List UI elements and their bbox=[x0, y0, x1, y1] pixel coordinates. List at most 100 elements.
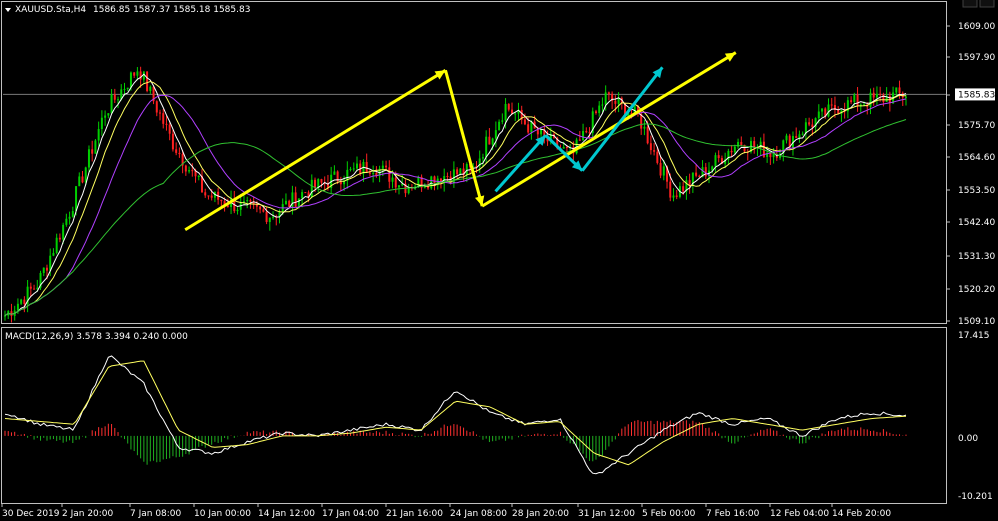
candle-body bbox=[481, 157, 484, 159]
candle-body bbox=[675, 195, 678, 197]
candle-body bbox=[514, 113, 517, 115]
candle-body bbox=[204, 192, 207, 196]
candle-body bbox=[785, 135, 788, 141]
candle-body bbox=[349, 168, 352, 170]
price-axis-label: 1564.60 bbox=[958, 153, 995, 163]
candle-body bbox=[717, 155, 720, 159]
candle-body bbox=[210, 195, 213, 198]
candle-body bbox=[136, 71, 139, 76]
candle-body bbox=[598, 105, 601, 114]
candle-body bbox=[856, 94, 859, 107]
candle-body bbox=[872, 92, 875, 98]
candle-body bbox=[220, 199, 223, 202]
time-axis-label: 17 Jan 04:00 bbox=[322, 509, 379, 519]
candle-body bbox=[78, 176, 81, 187]
price-axis-label: 1520.20 bbox=[958, 285, 995, 295]
price-axis-label: 1509.10 bbox=[958, 317, 995, 327]
candle-body bbox=[501, 120, 504, 122]
candle-body bbox=[456, 169, 459, 175]
candle-body bbox=[695, 172, 698, 176]
window-minimize-button[interactable] bbox=[962, 0, 978, 8]
candle-body bbox=[649, 143, 652, 151]
candle-body bbox=[146, 71, 149, 92]
macd-axis-label: -10.201 bbox=[958, 492, 993, 502]
window-close-button[interactable] bbox=[979, 0, 995, 8]
candle-body bbox=[491, 138, 494, 145]
candle-body bbox=[242, 201, 245, 203]
candle-body bbox=[320, 179, 323, 183]
candle-body bbox=[740, 141, 743, 145]
candle-body bbox=[113, 94, 116, 100]
macd-axis-label: 0.00 bbox=[958, 434, 978, 444]
time-axis-label: 21 Jan 16:00 bbox=[386, 509, 443, 519]
candle-body bbox=[811, 124, 814, 128]
candle-body bbox=[20, 299, 23, 304]
candle-body bbox=[601, 104, 604, 106]
candle-body bbox=[523, 119, 526, 125]
candle-body bbox=[16, 303, 19, 311]
candle-body bbox=[672, 195, 675, 198]
candle-body bbox=[197, 175, 200, 177]
candle-body bbox=[798, 134, 801, 139]
time-axis-label: 7 Jan 08:00 bbox=[130, 509, 182, 519]
candle-body bbox=[259, 206, 262, 210]
candle-body bbox=[159, 112, 162, 114]
time-axis-label: 5 Feb 00:00 bbox=[642, 509, 696, 519]
candle-body bbox=[772, 154, 775, 158]
candle-body bbox=[207, 195, 210, 197]
candle-body bbox=[830, 104, 833, 106]
candle-body bbox=[669, 181, 672, 198]
time-axis-label: 10 Jan 00:00 bbox=[194, 509, 251, 519]
candle-body bbox=[853, 94, 856, 103]
candle-body bbox=[488, 136, 491, 145]
candle-body bbox=[294, 192, 297, 207]
candle-body bbox=[446, 176, 449, 178]
candle-body bbox=[236, 209, 239, 212]
candle-body bbox=[582, 131, 585, 141]
candle-body bbox=[133, 72, 136, 76]
current-price-label: 1585.83 bbox=[958, 90, 995, 100]
candle-body bbox=[97, 129, 100, 141]
candle-body bbox=[795, 136, 798, 139]
candle-body bbox=[333, 171, 336, 175]
candle-body bbox=[297, 198, 300, 207]
candle-body bbox=[168, 124, 171, 134]
candle-body bbox=[869, 92, 872, 107]
candle-body bbox=[104, 115, 107, 118]
candle-body bbox=[126, 87, 129, 89]
candle-body bbox=[310, 179, 313, 198]
candle-body bbox=[656, 151, 659, 163]
time-axis-label: 2 Jan 20:00 bbox=[62, 509, 114, 519]
candle-body bbox=[507, 103, 510, 110]
candle-body bbox=[682, 186, 685, 192]
candle-body bbox=[356, 163, 359, 169]
price-axis-label: 1597.90 bbox=[958, 53, 995, 63]
candle-body bbox=[821, 108, 824, 112]
candle-body bbox=[388, 167, 391, 182]
candle-body bbox=[149, 86, 152, 92]
candle-body bbox=[372, 172, 375, 174]
candle-body bbox=[162, 113, 165, 124]
candle-body bbox=[578, 139, 581, 141]
candle-body bbox=[314, 179, 317, 188]
candle-body bbox=[397, 185, 400, 188]
candle-body bbox=[288, 200, 291, 207]
time-axis-label: 28 Jan 20:00 bbox=[512, 509, 569, 519]
chart-background bbox=[0, 0, 998, 521]
price-axis-label: 1531.30 bbox=[958, 252, 995, 262]
candle-body bbox=[100, 117, 103, 130]
candle-body bbox=[646, 126, 649, 144]
candle-body bbox=[29, 286, 32, 289]
candle-body bbox=[272, 216, 275, 218]
price-axis-label: 1542.40 bbox=[958, 218, 995, 228]
price-axis-label: 1609.00 bbox=[958, 22, 995, 32]
candle-body bbox=[55, 237, 58, 253]
candle-body bbox=[262, 209, 265, 212]
candle-body bbox=[808, 122, 811, 125]
candle-body bbox=[594, 111, 597, 114]
candle-body bbox=[304, 192, 307, 194]
candle-body bbox=[465, 164, 468, 176]
candle-body bbox=[365, 161, 368, 173]
candle-body bbox=[265, 211, 268, 222]
candle-body bbox=[540, 129, 543, 135]
